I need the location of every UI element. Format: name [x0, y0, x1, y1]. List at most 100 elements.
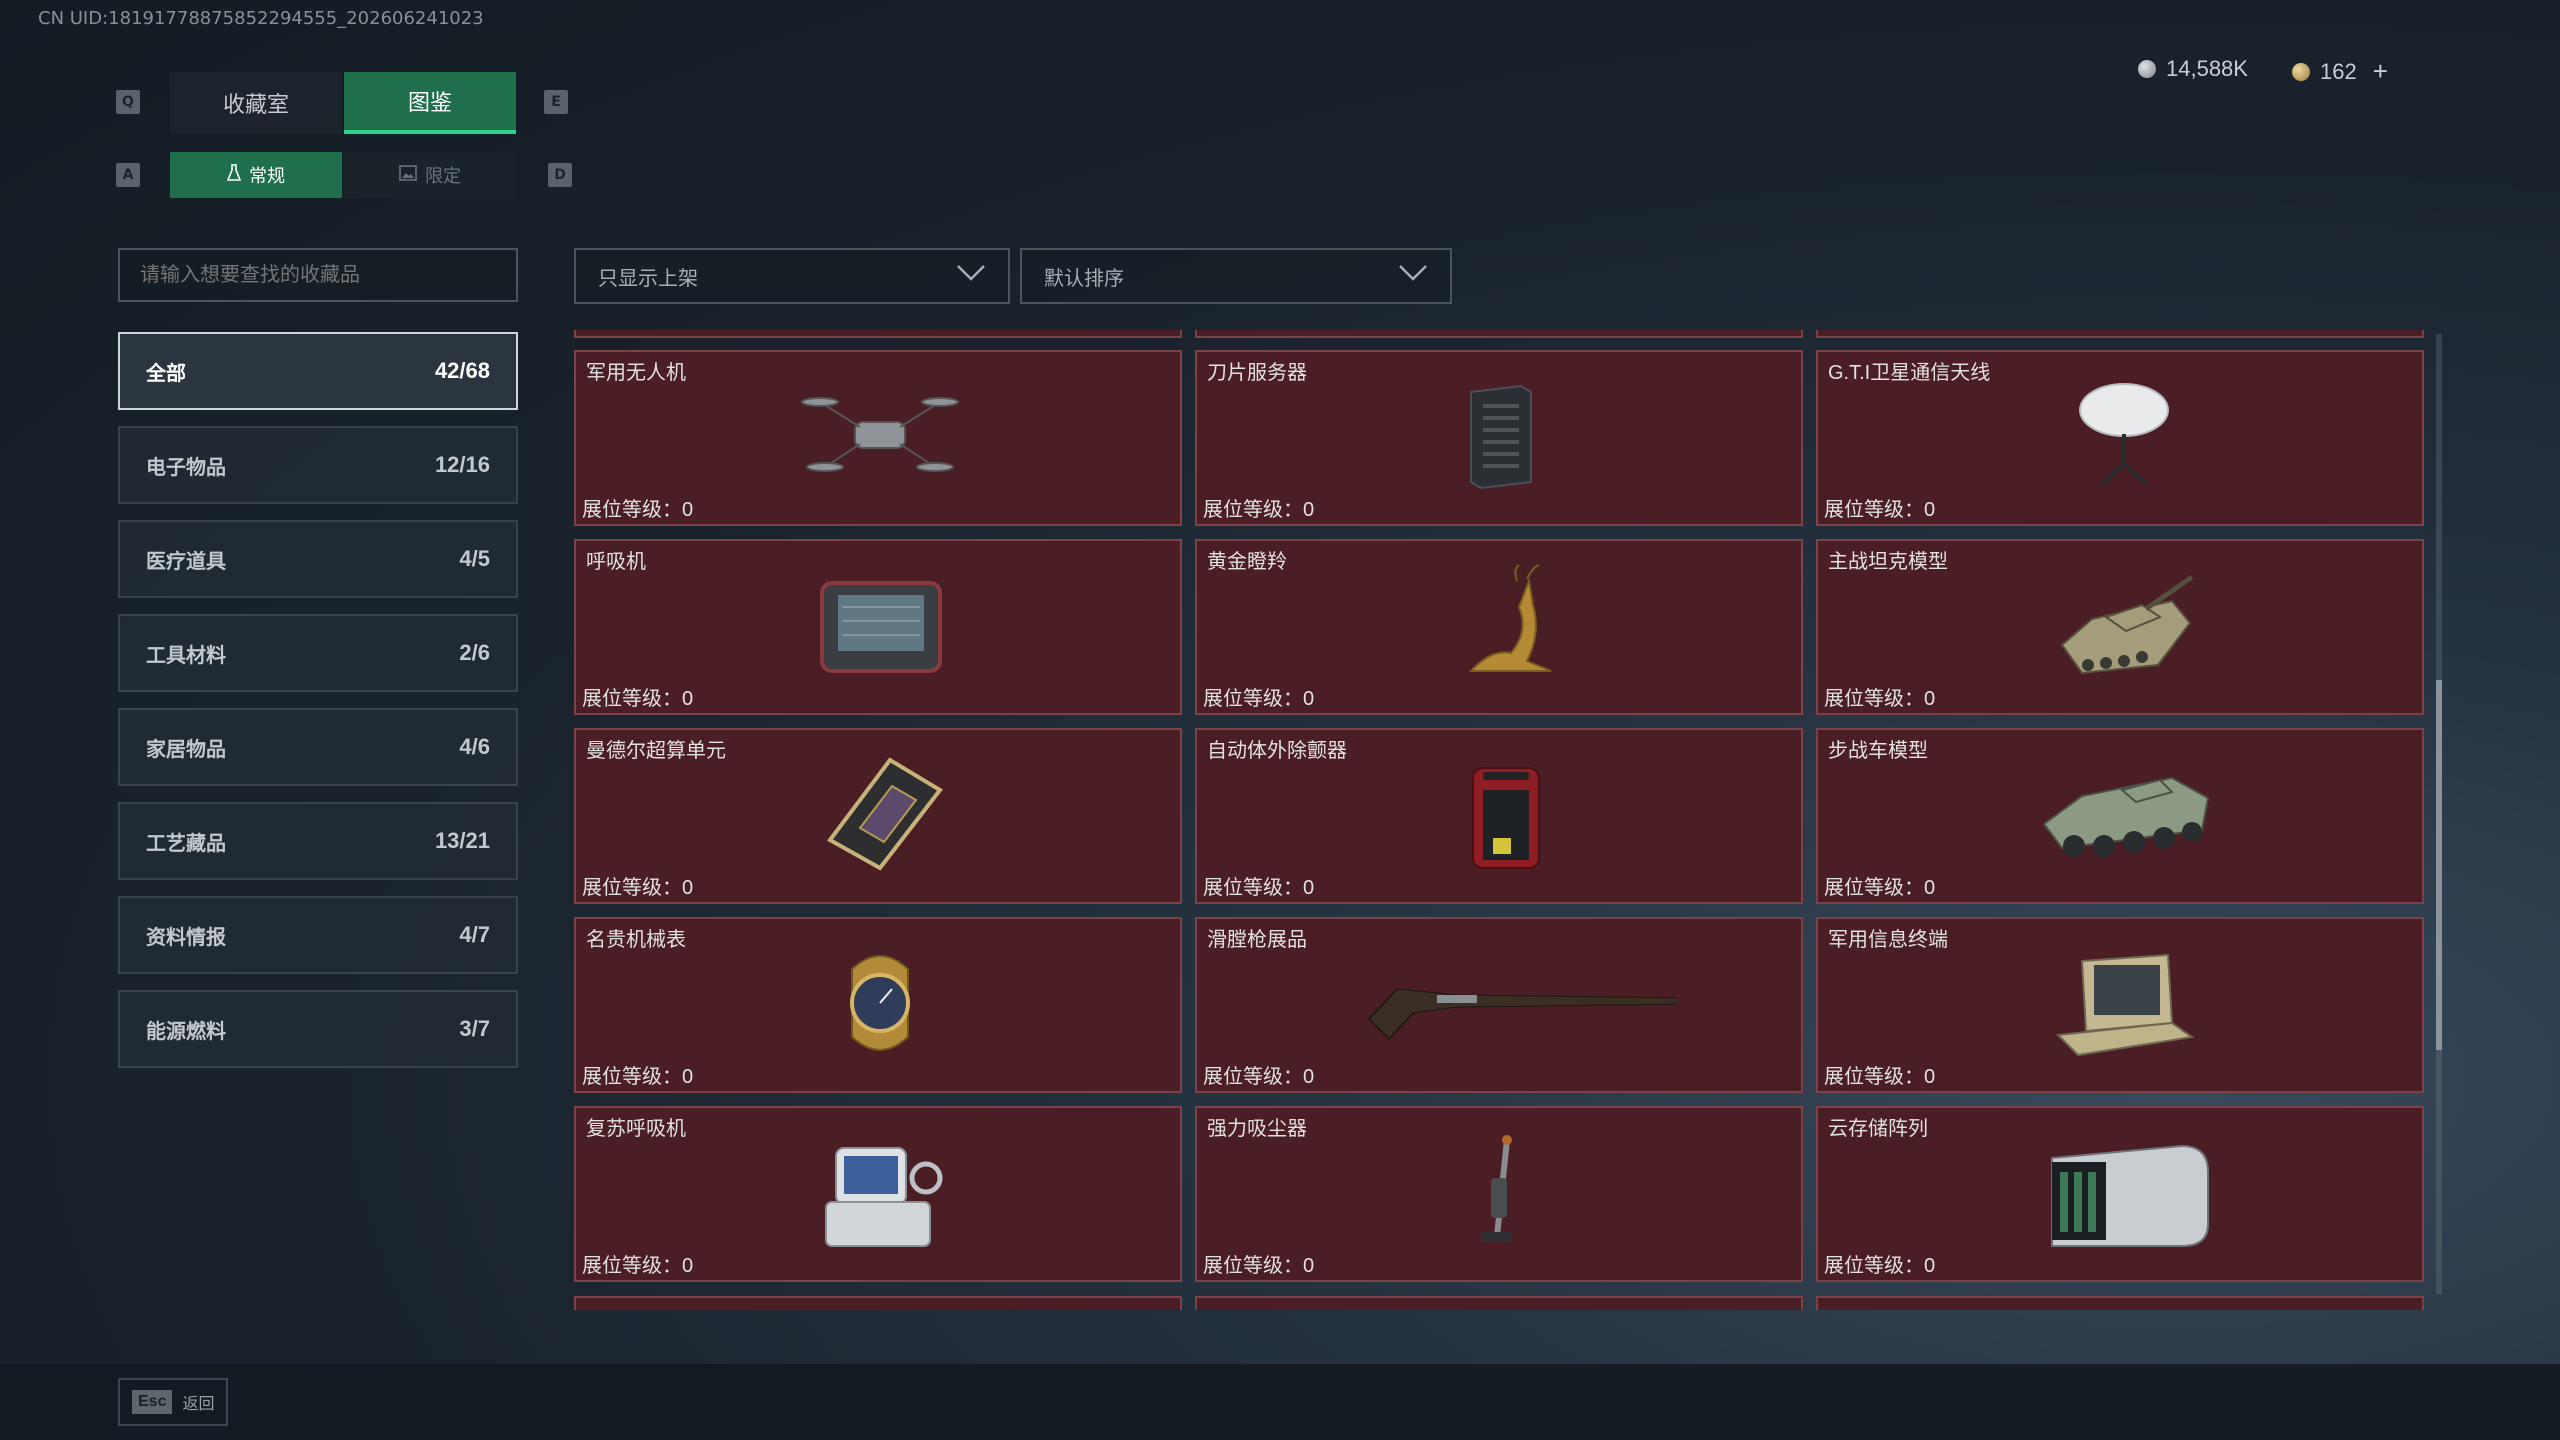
item-card[interactable]: 名贵机械表 展位等级：0: [574, 917, 1182, 1093]
item-card[interactable]: 军用信息终端 展位等级：0: [1816, 917, 2424, 1093]
subtab-regular-label: 常规: [249, 166, 285, 186]
item-name: 步战车模型: [1828, 740, 1928, 762]
partial-card-top: [1816, 330, 2424, 338]
partial-card-top: [574, 330, 1182, 338]
currency-gold: 162 +: [2292, 56, 2388, 87]
subtab-limited-label: 限定: [425, 166, 461, 186]
item-level: 展位等级：0: [1203, 499, 1315, 521]
currency-silver: 14,588K: [2138, 56, 2248, 82]
server-icon: [1470, 384, 1532, 490]
silver-coin-icon: [2138, 60, 2156, 78]
category-label: 工具材料: [146, 644, 226, 667]
item-name: 曼德尔超算单元: [586, 740, 726, 762]
category-label: 家居物品: [146, 738, 226, 761]
key-a[interactable]: A: [116, 163, 140, 187]
satellite-dish-icon: [2079, 383, 2169, 486]
item-card[interactable]: 黄金瞪羚 展位等级：0: [1195, 539, 1803, 715]
item-level: 展位等级：0: [1203, 688, 1315, 710]
item-name: 云存储阵列: [1828, 1118, 1928, 1140]
key-q[interactable]: Q: [116, 90, 140, 114]
ventilator-icon: [820, 581, 942, 673]
item-card[interactable]: 云存储阵列 展位等级：0: [1816, 1106, 2424, 1282]
category-energy[interactable]: 能源燃料 3/7: [118, 990, 518, 1068]
partial-card-bottom: [574, 1296, 1182, 1310]
add-currency-button[interactable]: +: [2373, 56, 2388, 87]
subtab-regular[interactable]: 常规: [170, 152, 342, 198]
category-intel[interactable]: 资料情报 4/7: [118, 896, 518, 974]
watch-icon: [850, 955, 910, 1051]
item-level: 展位等级：0: [1203, 877, 1315, 899]
display-filter-value: 只显示上架: [598, 267, 698, 290]
category-crafts[interactable]: 工艺藏品 13/21: [118, 802, 518, 880]
category-count: 4/7: [459, 922, 490, 947]
category-count: 3/7: [459, 1016, 490, 1041]
item-name: 军用无人机: [586, 362, 686, 384]
category-count: 12/16: [434, 452, 490, 477]
display-filter-dropdown[interactable]: 只显示上架: [574, 248, 1010, 304]
item-name: 名贵机械表: [586, 929, 686, 951]
item-level: 展位等级：0: [1203, 1066, 1315, 1088]
key-e[interactable]: E: [544, 90, 568, 114]
category-label: 医疗道具: [146, 550, 226, 573]
chevron-down-icon: [1398, 264, 1428, 288]
item-card[interactable]: 曼德尔超算单元 展位等级：0: [574, 728, 1182, 904]
tab-collection-room[interactable]: 收藏室: [170, 72, 342, 134]
key-d[interactable]: D: [548, 163, 572, 187]
category-household[interactable]: 家居物品 4/6: [118, 708, 518, 786]
item-card[interactable]: G.T.I卫星通信天线 展位等级：0: [1816, 350, 2424, 526]
footer-bar: [0, 1364, 2560, 1440]
item-level: 展位等级：0: [1824, 688, 1936, 710]
item-card[interactable]: 自动体外除颤器 展位等级：0: [1195, 728, 1803, 904]
gpu-icon: [827, 757, 943, 871]
silver-amount: 14,588K: [2166, 56, 2248, 81]
category-tools[interactable]: 工具材料 2/6: [118, 614, 518, 692]
item-card[interactable]: 步战车模型 展位等级：0: [1816, 728, 2424, 904]
item-level: 展位等级：0: [582, 1066, 694, 1088]
item-name: 强力吸尘器: [1207, 1118, 1307, 1140]
subtab-limited[interactable]: 限定: [344, 152, 516, 198]
back-button[interactable]: Esc 返回: [118, 1378, 228, 1426]
category-electronics[interactable]: 电子物品 12/16: [118, 426, 518, 504]
scrollbar-thumb[interactable]: [2436, 680, 2442, 1050]
image-icon: [399, 164, 417, 186]
category-label: 电子物品: [146, 456, 226, 479]
item-card[interactable]: 军用无人机 展位等级：0: [574, 350, 1182, 526]
category-label: 全部: [146, 362, 186, 385]
item-name: 黄金瞪羚: [1207, 551, 1287, 573]
item-card[interactable]: 滑膛枪展品 展位等级：0: [1195, 917, 1803, 1093]
category-label: 能源燃料: [146, 1020, 226, 1043]
item-level: 展位等级：0: [1824, 1066, 1936, 1088]
item-card[interactable]: 强力吸尘器 展位等级：0: [1195, 1106, 1803, 1282]
item-level: 展位等级：0: [1203, 1255, 1315, 1277]
item-card[interactable]: 主战坦克模型 展位等级：0: [1816, 539, 2424, 715]
vacuum-icon: [1481, 1135, 1512, 1242]
tab-codex[interactable]: 图鉴: [344, 72, 516, 134]
item-card[interactable]: 刀片服务器 展位等级：0: [1195, 350, 1803, 526]
category-count: 4/5: [459, 546, 490, 571]
sort-value: 默认排序: [1044, 267, 1124, 290]
sort-dropdown[interactable]: 默认排序: [1020, 248, 1452, 304]
tank-icon: [2060, 574, 2194, 675]
item-level: 展位等级：0: [1824, 499, 1936, 521]
search-input[interactable]: [118, 248, 518, 302]
resuscitator-icon: [825, 1147, 943, 1247]
flask-icon: [226, 163, 242, 187]
chevron-down-icon: [956, 264, 986, 288]
gazelle-statue-icon: [1468, 564, 1552, 672]
partial-card-bottom: [1816, 1296, 2424, 1310]
gold-amount: 162: [2320, 58, 2357, 84]
category-count: 2/6: [459, 640, 490, 665]
item-card[interactable]: 复苏呼吸机 展位等级：0: [574, 1106, 1182, 1282]
category-count: 13/21: [434, 828, 490, 853]
storage-array-icon: [2051, 1144, 2209, 1247]
esc-key: Esc: [132, 1390, 173, 1414]
item-level: 展位等级：0: [582, 688, 694, 710]
item-name: 复苏呼吸机: [586, 1118, 686, 1140]
category-all[interactable]: 全部 42/68: [118, 332, 518, 410]
ifv-icon: [2042, 776, 2210, 857]
category-medical[interactable]: 医疗道具 4/5: [118, 520, 518, 598]
item-name: 自动体外除颤器: [1207, 740, 1347, 762]
partial-card-bottom: [1195, 1296, 1803, 1310]
item-card[interactable]: 呼吸机 展位等级：0: [574, 539, 1182, 715]
item-name: G.T.I卫星通信天线: [1828, 362, 1991, 384]
